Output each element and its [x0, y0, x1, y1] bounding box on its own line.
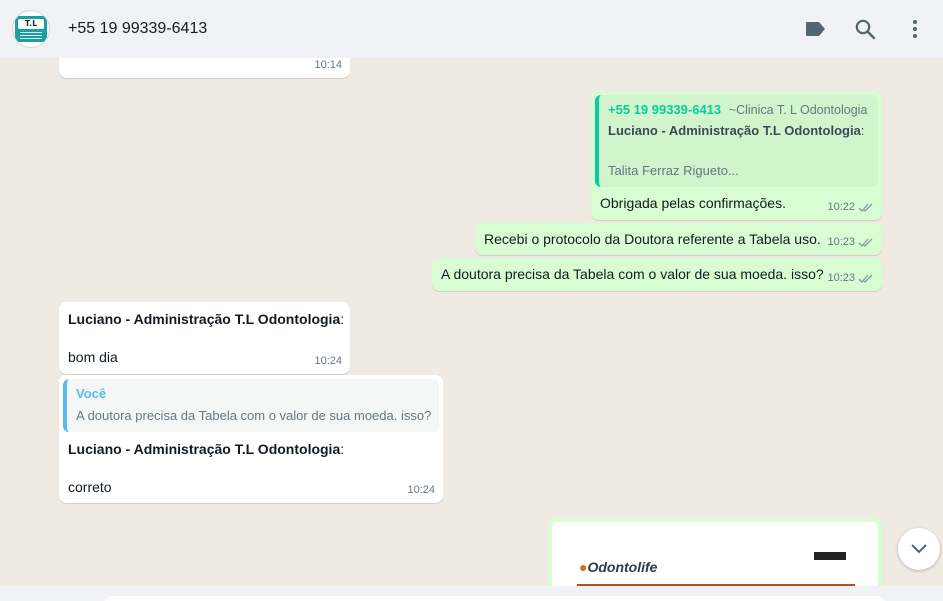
- message-text: Recebi o protocolo da Doutora referente …: [484, 231, 821, 247]
- quote-preview: Talita Ferraz Rigueto...: [608, 163, 739, 178]
- avatar-text: T.L: [18, 19, 44, 29]
- message-sender: Luciano - Administração T.L Odontologia: [68, 441, 341, 457]
- clinic-logo: T.L: [15, 16, 47, 42]
- message-text: Obrigada pelas confirmações.: [600, 195, 786, 211]
- quote-text: A doutora precisa da Tabela com o valor …: [76, 408, 432, 423]
- message-incoming[interactable]: Você A doutora precisa da Tabela com o v…: [59, 375, 443, 503]
- contact-name[interactable]: +55 19 99339-6413: [68, 20, 207, 38]
- message-time: 10:14: [314, 59, 342, 71]
- chat-area[interactable]: 90628sp 10:14 +55 19 99339-6413 ~Clinica…: [0, 58, 943, 586]
- composer-bar: [0, 586, 943, 601]
- quote-name: ~Clinica T. L Odontologia: [728, 103, 868, 117]
- quoted-message[interactable]: +55 19 99339-6413 ~Clinica T. L Odontolo…: [595, 95, 878, 187]
- scroll-down-button[interactable]: [898, 528, 940, 570]
- message-incoming[interactable]: Luciano - Administração T.L Odontologia:…: [59, 302, 350, 374]
- label-icon[interactable]: [804, 17, 828, 41]
- message-time: 10:22: [827, 198, 874, 217]
- message-time: 10:23: [827, 233, 874, 252]
- quoted-message[interactable]: Você A doutora precisa da Tabela com o v…: [63, 379, 439, 432]
- quote-sender: Luciano - Administração T.L Odontologia: [608, 123, 861, 138]
- chevron-down-icon: [911, 544, 927, 554]
- message-text: correto: [68, 479, 112, 495]
- more-icon[interactable]: [903, 17, 927, 41]
- message-incoming[interactable]: 90628sp 10:14: [59, 58, 350, 78]
- read-ticks-icon: [858, 274, 873, 283]
- document-image[interactable]: ●Odontolife: [552, 522, 878, 586]
- message-text: A doutora precisa da Tabela com o valor …: [441, 266, 824, 282]
- message-time: 10:23: [827, 269, 874, 288]
- quote-phone: +55 19 99339-6413: [608, 102, 722, 117]
- contact-avatar[interactable]: T.L: [12, 10, 50, 48]
- message-outgoing[interactable]: +55 19 99339-6413 ~Clinica T. L Odontolo…: [591, 91, 882, 220]
- search-icon[interactable]: [853, 17, 877, 41]
- quote-author: Você: [76, 386, 107, 401]
- message-input[interactable]: [104, 596, 886, 601]
- message-time: 10:24: [314, 355, 342, 367]
- read-ticks-icon: [858, 203, 873, 212]
- message-sender: Luciano - Administração T.L Odontologia: [68, 311, 341, 327]
- message-time: 10:24: [407, 484, 435, 496]
- message-text: bom dia: [68, 349, 118, 365]
- message-outgoing-image[interactable]: ●Odontolife: [548, 518, 882, 586]
- odontolife-logo: Odontolife: [587, 559, 658, 575]
- message-outgoing[interactable]: A doutora precisa da Tabela com o valor …: [432, 258, 882, 291]
- read-ticks-icon: [858, 238, 873, 247]
- chat-header: T.L +55 19 99339-6413: [0, 0, 943, 58]
- message-outgoing[interactable]: Recebi o protocolo da Doutora referente …: [475, 223, 882, 255]
